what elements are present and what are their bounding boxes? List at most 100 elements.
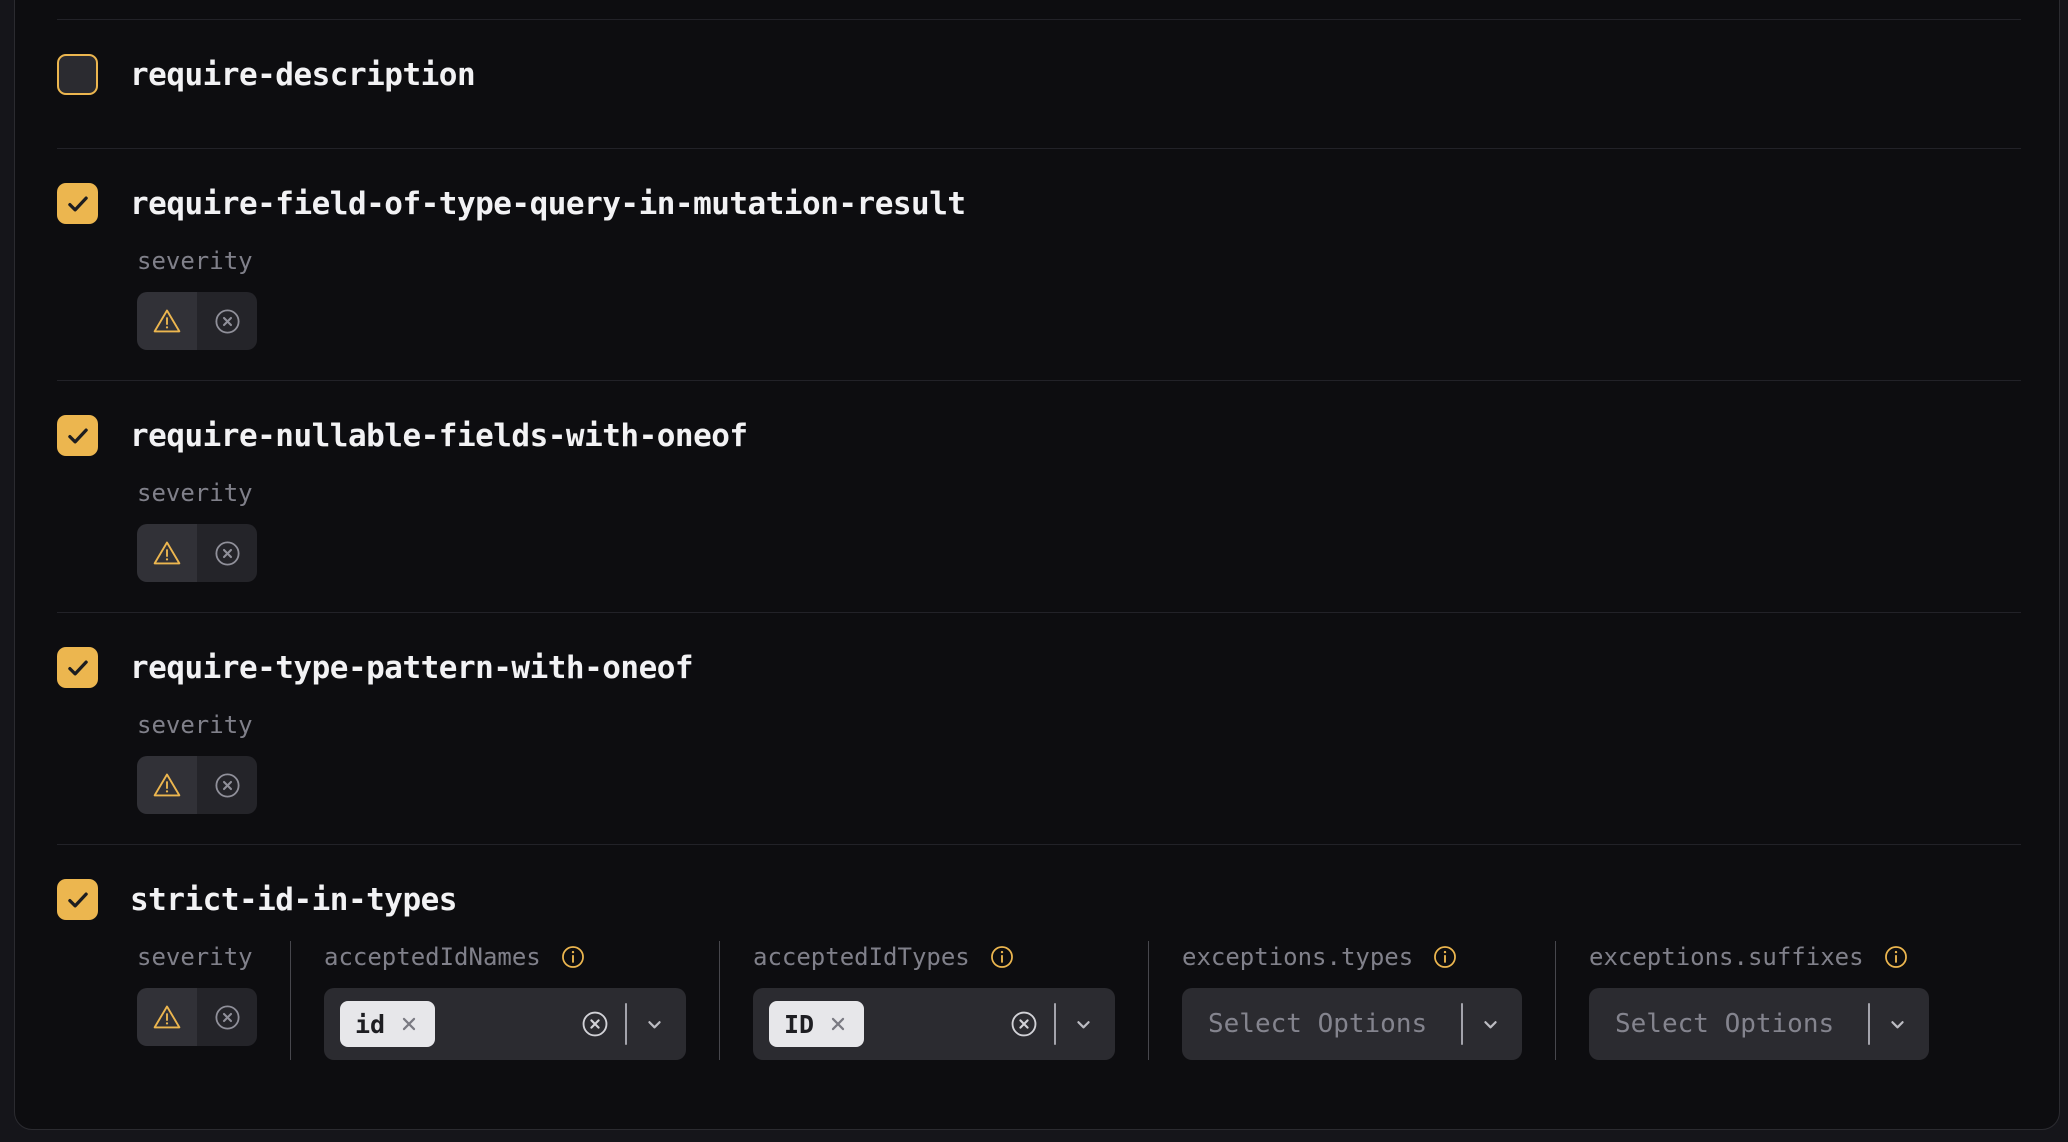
option-column: acceptedIdNames id (324, 941, 686, 1060)
column-divider (290, 941, 291, 1060)
severity-warning-button[interactable] (137, 292, 197, 350)
severity-off-button[interactable] (197, 292, 257, 350)
severity-control (137, 988, 257, 1046)
checkmark-icon (63, 189, 93, 219)
warning-triangle-icon (151, 306, 183, 336)
severity-off-button[interactable] (197, 988, 257, 1046)
x-circle-icon (212, 1002, 243, 1033)
chip-remove-icon[interactable] (398, 1013, 420, 1035)
rule-checkbox[interactable] (57, 879, 98, 920)
select-divider (625, 1003, 627, 1045)
select-placeholder: Select Options (1198, 1009, 1427, 1039)
column-divider (1148, 941, 1149, 1060)
selected-values: id (340, 1001, 435, 1047)
rule-title: require-description (130, 57, 475, 93)
rule-config: severity (137, 477, 2021, 582)
severity-warning-button[interactable] (137, 988, 197, 1046)
checkmark-icon (63, 885, 93, 915)
selected-value-chip: ID (769, 1001, 864, 1047)
option-column: exceptions.suffixes Select Options (1589, 941, 1929, 1060)
rule-title: require-nullable-fields-with-oneof (130, 418, 748, 454)
chip-label: ID (784, 1010, 814, 1039)
select-divider (1461, 1003, 1463, 1045)
rule-header: require-nullable-fields-with-oneof (57, 415, 2021, 456)
severity-warning-button[interactable] (137, 524, 197, 582)
severity-column: severity (137, 245, 257, 350)
rule-row: require-field-of-type-query-in-mutation-… (57, 148, 2021, 380)
select-divider (1868, 1003, 1870, 1045)
x-circle-icon (212, 538, 243, 569)
rule-title: require-type-pattern-with-oneof (130, 650, 693, 686)
severity-off-button[interactable] (197, 756, 257, 814)
info-icon[interactable] (1431, 943, 1459, 971)
severity-label: severity (137, 943, 253, 971)
severity-column: severity (137, 709, 257, 814)
severity-column: severity (137, 941, 257, 1060)
rule-checkbox[interactable] (57, 183, 98, 224)
selected-values: Select Options (1198, 1009, 1427, 1039)
chevron-down-icon[interactable] (1477, 1011, 1504, 1038)
selected-value-chip: id (340, 1001, 435, 1047)
chip-remove-icon[interactable] (827, 1013, 849, 1035)
checkmark-icon (63, 653, 93, 683)
severity-off-button[interactable] (197, 524, 257, 582)
option-label: exceptions.types (1182, 943, 1413, 971)
rule-row: strict-id-in-types severity (57, 844, 2021, 1130)
rule-checkbox[interactable] (57, 647, 98, 688)
clear-selection-icon[interactable] (1008, 1008, 1040, 1040)
multiselect-input[interactable]: ID (753, 988, 1115, 1060)
select-placeholder: Select Options (1605, 1009, 1834, 1039)
option-label: acceptedIdTypes (753, 943, 970, 971)
select-divider (1054, 1003, 1056, 1045)
multiselect-input[interactable]: Select Options (1589, 988, 1929, 1060)
column-divider (1555, 941, 1556, 1060)
rule-config: severity (137, 245, 2021, 350)
rule-row: require-nullable-fields-with-oneof sever… (57, 380, 2021, 612)
rule-header: require-type-pattern-with-oneof (57, 647, 2021, 688)
severity-warning-button[interactable] (137, 756, 197, 814)
warning-triangle-icon (151, 770, 183, 800)
chevron-down-icon[interactable] (1070, 1011, 1097, 1038)
rules-list: require-description require-field-of-typ… (57, 19, 2021, 1130)
info-icon[interactable] (1882, 943, 1910, 971)
option-column: exceptions.types Select Options (1182, 941, 1522, 1060)
selected-values: ID (769, 1001, 864, 1047)
multiselect-input[interactable]: id (324, 988, 686, 1060)
rule-header: strict-id-in-types (57, 879, 2021, 920)
warning-triangle-icon (151, 1002, 183, 1032)
severity-label: severity (137, 479, 253, 507)
rule-checkbox[interactable] (57, 54, 98, 95)
rule-config: severity (137, 709, 2021, 814)
x-circle-icon (212, 306, 243, 337)
warning-triangle-icon (151, 538, 183, 568)
checkmark-icon (63, 421, 93, 451)
option-label: acceptedIdNames (324, 943, 541, 971)
rule-checkbox[interactable] (57, 415, 98, 456)
severity-control (137, 756, 257, 814)
severity-control (137, 524, 257, 582)
chip-label: id (355, 1010, 385, 1039)
rule-title: strict-id-in-types (130, 882, 457, 918)
info-icon[interactable] (988, 943, 1016, 971)
rules-panel: require-description require-field-of-typ… (14, 0, 2060, 1130)
x-circle-icon (212, 770, 243, 801)
info-icon[interactable] (559, 943, 587, 971)
rule-header: require-description (57, 54, 2021, 95)
severity-control (137, 292, 257, 350)
rule-row: require-description (57, 19, 2021, 148)
option-label: exceptions.suffixes (1589, 943, 1864, 971)
severity-label: severity (137, 247, 253, 275)
severity-column: severity (137, 477, 257, 582)
option-column: acceptedIdTypes ID (753, 941, 1115, 1060)
rule-title: require-field-of-type-query-in-mutation-… (130, 186, 966, 222)
selected-values: Select Options (1605, 1009, 1834, 1039)
column-divider (719, 941, 720, 1060)
severity-label: severity (137, 711, 253, 739)
rule-config: severity (137, 941, 2021, 1060)
rule-row: require-type-pattern-with-oneof severity (57, 612, 2021, 844)
rule-header: require-field-of-type-query-in-mutation-… (57, 183, 2021, 224)
clear-selection-icon[interactable] (579, 1008, 611, 1040)
chevron-down-icon[interactable] (1884, 1011, 1911, 1038)
chevron-down-icon[interactable] (641, 1011, 668, 1038)
multiselect-input[interactable]: Select Options (1182, 988, 1522, 1060)
